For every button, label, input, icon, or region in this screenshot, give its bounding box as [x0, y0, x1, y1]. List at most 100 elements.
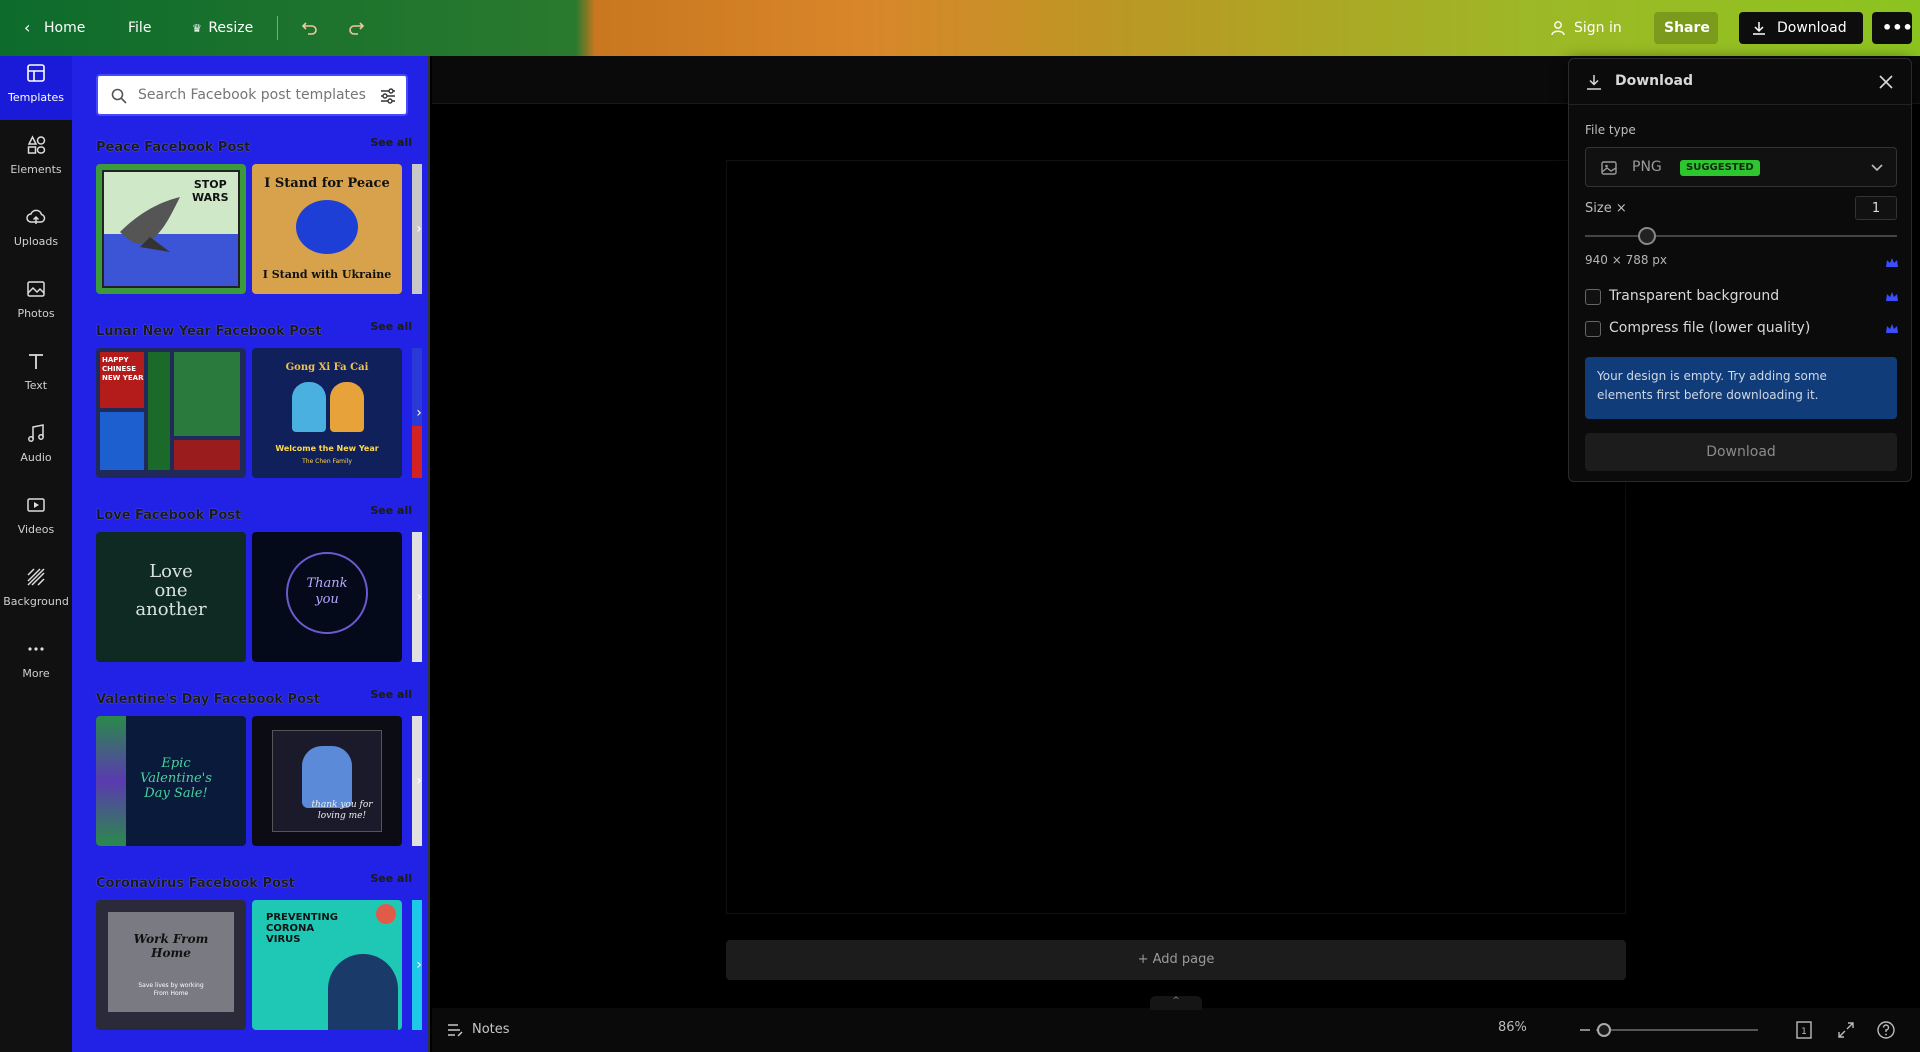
help-icon[interactable]	[1876, 1020, 1896, 1040]
zoom-out-icon[interactable]	[1580, 1029, 1590, 1031]
download-panel-header: Download	[1569, 59, 1911, 105]
sign-in-button[interactable]: Sign in	[1540, 12, 1632, 44]
nav-item-photos[interactable]: Photos	[0, 272, 72, 336]
templates-panel: Peace Facebook Post See all STOP WARS I …	[72, 56, 430, 1052]
search-input[interactable]	[138, 85, 368, 105]
resize-button[interactable]: ♛ Resize	[182, 12, 263, 44]
template-thumbnail[interactable]: thank you for loving me!	[252, 716, 402, 846]
template-thumbnail[interactable]: STOP WARS	[96, 164, 246, 294]
compress-file-checkbox[interactable]	[1585, 321, 1601, 337]
search-box[interactable]	[96, 74, 408, 116]
more-options-button[interactable]: •••	[1872, 12, 1913, 44]
file-menu-button[interactable]: File	[118, 12, 161, 44]
thumb-text: Epic	[161, 756, 191, 771]
download-panel: Download File type PNG SUGGESTED Size × …	[1568, 58, 1912, 482]
see-all-link[interactable]: See all	[370, 872, 412, 885]
download-icon	[1587, 75, 1601, 90]
nav-item-videos[interactable]: Videos	[0, 488, 72, 552]
zoom-slider-handle[interactable]	[1597, 1023, 1612, 1037]
file-type-select[interactable]: PNG SUGGESTED	[1585, 147, 1897, 187]
nav-item-templates[interactable]: Templates	[0, 56, 72, 120]
nav-label: Background	[3, 595, 69, 608]
nav-item-uploads[interactable]: Uploads	[0, 200, 72, 264]
see-all-link[interactable]: See all	[370, 504, 412, 517]
section-header: Love Facebook Post See all	[96, 504, 412, 523]
chevron-right-icon[interactable]: ›	[408, 218, 428, 240]
thumb-text: loving me!	[317, 811, 367, 821]
section-header: Lunar New Year Facebook Post See all	[96, 320, 412, 339]
side-navigation: Templates Elements Uploads Photos Text A…	[0, 56, 72, 1052]
download-submit-button[interactable]: Download	[1585, 433, 1897, 471]
share-button[interactable]: Share	[1654, 12, 1718, 44]
nav-item-elements[interactable]: Elements	[0, 128, 72, 192]
template-thumbnail[interactable]: Gong Xi Fa Cai Welcome the New Year The …	[252, 348, 402, 478]
nav-item-audio[interactable]: Audio	[0, 416, 72, 480]
size-slider-handle[interactable]	[1638, 227, 1657, 245]
more-dots-icon: •••	[1882, 18, 1913, 37]
see-all-link[interactable]: See all	[370, 688, 412, 701]
template-thumbnail[interactable]: I Stand for Peace I Stand with Ukraine	[252, 164, 402, 294]
size-slider-track[interactable]	[1585, 235, 1897, 237]
nav-item-background[interactable]: Background	[0, 560, 72, 624]
size-multiplier-input[interactable]	[1855, 196, 1897, 220]
section-header: Coronavirus Facebook Post See all	[96, 872, 412, 891]
redo-icon	[349, 22, 365, 35]
thumb-text: you	[315, 592, 339, 607]
fullscreen-icon[interactable]	[1836, 1020, 1856, 1040]
file-type-label: File type	[1585, 123, 1636, 137]
nav-item-text[interactable]: Text	[0, 344, 72, 408]
template-thumbnail[interactable]: HAPPY CHINESE NEW YEAR	[96, 348, 246, 478]
download-icon	[1753, 22, 1765, 35]
thumb-text: VIRUS	[266, 934, 301, 945]
see-all-link[interactable]: See all	[370, 320, 412, 333]
zoom-percentage[interactable]: 86%	[1498, 1020, 1527, 1035]
download-button[interactable]: Download	[1739, 12, 1863, 44]
home-button[interactable]: ‹ Home	[14, 12, 95, 44]
chevron-up-icon[interactable]: ^	[1150, 996, 1202, 1010]
add-page-button[interactable]: + Add page	[726, 940, 1626, 980]
photo-icon	[27, 281, 45, 297]
transparent-background-checkbox[interactable]	[1585, 289, 1601, 305]
template-thumbnail[interactable]: Thank you	[252, 532, 402, 662]
thumb-text: NEW YEAR	[102, 374, 144, 382]
home-button-label: Home	[44, 20, 86, 36]
template-thumbnail[interactable]: Work From Home Save lives by working Fro…	[96, 900, 246, 1030]
thumb-text: Valentine's	[140, 771, 212, 786]
globe-illustration	[296, 200, 358, 254]
template-thumbnail[interactable]: PREVENTING CORONA VIRUS	[252, 900, 402, 1030]
template-thumbnail[interactable]: Love one another	[96, 532, 246, 662]
chevron-down-icon	[1871, 164, 1883, 172]
see-all-link[interactable]: See all	[370, 136, 412, 149]
nav-label: Photos	[17, 307, 55, 320]
crown-icon	[1886, 292, 1898, 301]
undo-button[interactable]	[291, 12, 329, 44]
notes-button[interactable]: Notes	[444, 1016, 510, 1044]
template-thumbnail[interactable]: Epic Valentine's Day Sale!	[96, 716, 246, 846]
thumb-text: Day Sale!	[144, 786, 208, 801]
thumb-text: Love	[149, 561, 193, 582]
chevron-right-icon[interactable]: ›	[408, 402, 428, 424]
download-button-label: Download	[1777, 20, 1847, 36]
nav-label: Videos	[17, 523, 55, 536]
svg-text:1: 1	[1801, 1027, 1807, 1037]
crown-icon	[1886, 324, 1898, 333]
chevron-right-icon[interactable]: ›	[408, 586, 428, 608]
zoom-slider-track[interactable]	[1596, 1029, 1758, 1031]
nav-label: More	[22, 667, 50, 680]
upload-cloud-icon	[26, 209, 46, 224]
redo-button[interactable]	[337, 12, 375, 44]
design-page-canvas[interactable]	[726, 160, 1626, 914]
chevron-right-icon[interactable]: ›	[408, 770, 428, 792]
filter-icon[interactable]	[378, 86, 398, 106]
resize-button-label: Resize	[208, 20, 254, 36]
size-label: Size ×	[1585, 201, 1627, 216]
close-button[interactable]	[1875, 71, 1897, 93]
thumb-text: another	[135, 599, 207, 620]
chevron-left-icon: ‹	[24, 18, 31, 37]
nav-item-more[interactable]: More	[0, 632, 72, 696]
nav-label: Audio	[20, 451, 52, 464]
close-icon	[1879, 75, 1893, 89]
page-number-icon[interactable]: 1	[1794, 1020, 1814, 1040]
chevron-right-icon[interactable]: ›	[408, 954, 428, 976]
section-title: Love Facebook Post	[96, 508, 242, 523]
